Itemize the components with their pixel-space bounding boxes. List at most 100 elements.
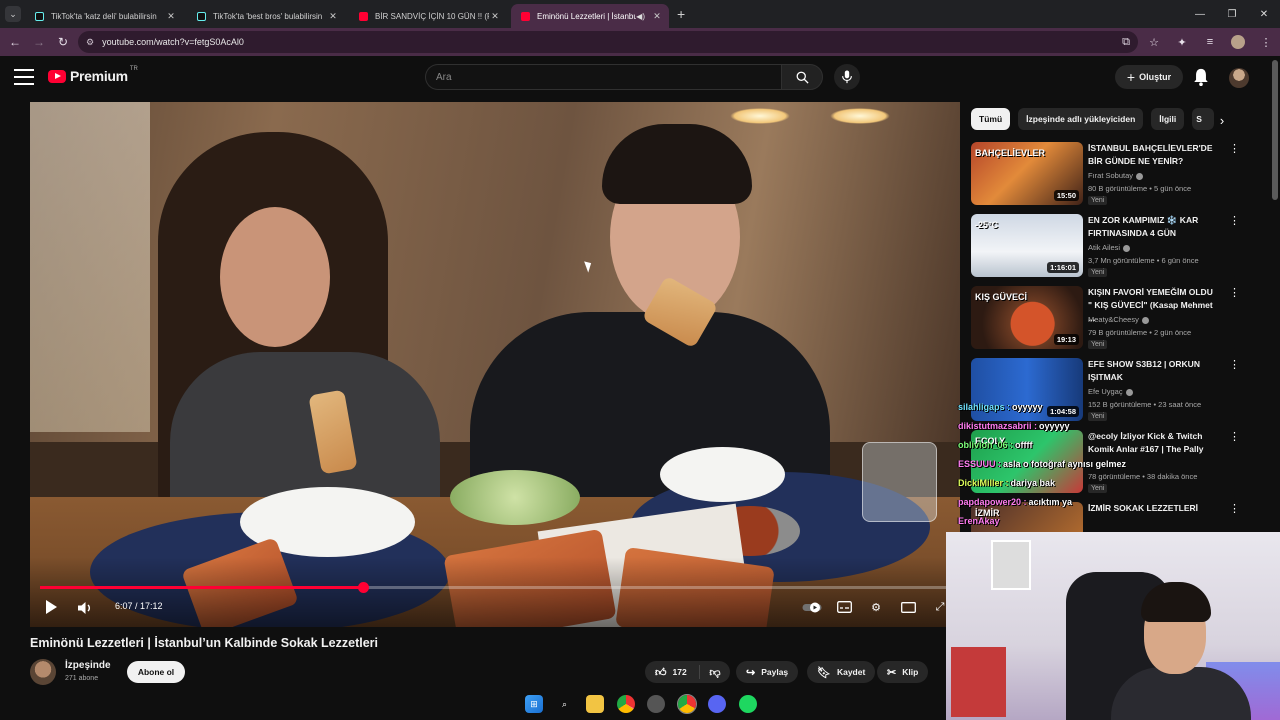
chip-related[interactable]: İlgili bbox=[1151, 108, 1185, 130]
browser-tab[interactable]: TikTok'ta 'katz deli' bulabilirsin ✕ bbox=[25, 4, 183, 28]
video-thumbnail[interactable]: BAHÇELİEVLER 15:50 bbox=[971, 142, 1083, 205]
dislike-button[interactable]: 👎︎ bbox=[700, 666, 730, 679]
autoplay-toggle-icon[interactable] bbox=[800, 597, 824, 617]
menu-icon[interactable] bbox=[14, 69, 34, 85]
extensions-icon[interactable]: ✦ bbox=[1168, 36, 1196, 49]
browser-menu-icon[interactable]: ⋮ bbox=[1252, 36, 1280, 49]
media-control-icon[interactable]: ≡ bbox=[1196, 36, 1224, 48]
recommendation-card[interactable]: KIŞ GÜVECİ 19:13 KIŞIN FAVORİ YEMEĞİM OLDU… bbox=[971, 286, 1251, 350]
like-button[interactable]: 👍︎ 172 bbox=[645, 665, 700, 679]
settings-icon[interactable] bbox=[647, 695, 666, 713]
browser-tab-active[interactable]: Eminönü Lezzetleri | İstanbu ◀) ✕ bbox=[511, 4, 669, 28]
file-explorer-icon[interactable] bbox=[586, 695, 605, 713]
windows-taskbar: ⊞ ⌕ bbox=[525, 692, 757, 716]
search-input[interactable] bbox=[425, 64, 781, 90]
recommendation-meta: 80 B görüntüleme • 5 gün önce bbox=[1088, 184, 1192, 193]
play-icon[interactable] bbox=[46, 600, 57, 614]
chat-username: papdapower20 : bbox=[958, 497, 1027, 507]
discord-icon[interactable] bbox=[708, 695, 727, 713]
search-icon[interactable]: ⌕ bbox=[556, 695, 574, 713]
reload-icon[interactable]: ↻ bbox=[51, 30, 75, 54]
close-window-icon[interactable]: ✕ bbox=[1248, 0, 1280, 28]
video-duration: 19:13 bbox=[1053, 334, 1079, 345]
recommendation-title[interactable]: İSTANBUL BAHÇELİEVLER'DE BİR GÜNDE NE YE… bbox=[1088, 142, 1218, 168]
more-options-icon[interactable]: ⋮ bbox=[1229, 214, 1240, 227]
chrome-profile-icon[interactable] bbox=[676, 694, 697, 714]
save-label: Kaydet bbox=[836, 667, 866, 677]
chevron-right-icon[interactable]: › bbox=[1212, 110, 1232, 130]
recommendation-channel[interactable]: Fırat Sobutay bbox=[1088, 171, 1133, 180]
create-button[interactable]: + Oluştur bbox=[1115, 65, 1183, 89]
chat-message: silahligaps : oyyyyy bbox=[958, 398, 1138, 417]
stream-chat-overlay: silahligaps : oyyyyy dikistutmazsabrii : oy… bbox=[958, 398, 1138, 531]
youtube-logo[interactable]: Premium TR bbox=[48, 66, 138, 84]
chip-all[interactable]: Tümü bbox=[971, 108, 1011, 130]
browser-tab[interactable]: BİR SANDVİÇ İÇİN 10 GÜN !! (F ✕ bbox=[349, 4, 507, 28]
forward-icon[interactable]: → bbox=[27, 30, 51, 54]
tab-title: Eminönü Lezzetleri | İstanbu bbox=[537, 11, 637, 21]
channel-avatar[interactable] bbox=[30, 659, 56, 685]
clip-button[interactable]: ✂ Klip bbox=[877, 661, 929, 683]
browser-tab[interactable]: TikTok'ta 'best bros' bulabilirsin ✕ bbox=[187, 4, 345, 28]
install-app-icon[interactable]: ⧉ bbox=[1112, 36, 1140, 49]
settings-gear-icon[interactable]: ⚙ bbox=[864, 597, 888, 617]
close-icon[interactable]: ✕ bbox=[651, 11, 663, 22]
chip-from-uploader[interactable]: İzpeşinde adlı yükleyiciden bbox=[1018, 108, 1144, 130]
more-options-icon[interactable]: ⋮ bbox=[1229, 358, 1240, 371]
profile-icon[interactable] bbox=[1224, 35, 1252, 49]
address-bar[interactable]: ⚙ youtube.com/watch?v=fetgS0AcAl0 bbox=[78, 31, 1138, 53]
spotify-icon[interactable] bbox=[738, 695, 757, 713]
user-avatar[interactable] bbox=[1229, 68, 1249, 88]
video-player[interactable]: 6:07 / 17:12 ⚙ ⤢ bbox=[30, 102, 960, 627]
video-thumbnail[interactable]: KIŞ GÜVECİ 19:13 bbox=[971, 286, 1083, 349]
close-icon[interactable]: ✕ bbox=[327, 11, 339, 22]
verified-badge-icon bbox=[1141, 316, 1149, 324]
video-duration: 1:16:01 bbox=[1047, 262, 1079, 273]
more-options-icon[interactable]: ⋮ bbox=[1229, 502, 1240, 515]
voice-search-button[interactable] bbox=[834, 64, 860, 90]
speaker-icon[interactable]: ◀) bbox=[636, 12, 645, 21]
recommendation-channel[interactable]: Meaty&Cheesy bbox=[1088, 315, 1139, 324]
save-button[interactable]: 🔖︎ Kaydet bbox=[807, 661, 876, 683]
recommendation-card[interactable]: BAHÇELİEVLER 15:50 İSTANBUL BAHÇELİEVLER'D… bbox=[971, 142, 1251, 206]
search-button[interactable] bbox=[781, 64, 823, 90]
volume-icon[interactable] bbox=[74, 599, 96, 617]
recommendation-channel[interactable]: Atik Ailesi bbox=[1088, 243, 1120, 252]
new-badge: Yeni bbox=[1088, 196, 1108, 205]
video-frame bbox=[30, 102, 960, 627]
chrome-icon[interactable] bbox=[616, 695, 635, 713]
new-tab-button[interactable]: + bbox=[677, 6, 685, 22]
maximize-icon[interactable]: ❐ bbox=[1216, 0, 1248, 28]
close-icon[interactable]: ✕ bbox=[489, 11, 501, 22]
recommendation-title[interactable]: EN ZOR KAMPIMIZ ❄️ KAR FIRTINASINDA 4 GÜ… bbox=[1088, 214, 1218, 240]
tab-title: TikTok'ta 'best bros' bulabilirsin bbox=[213, 11, 323, 21]
recommendation-title[interactable]: EFE SHOW S3B12 | ORKUN IŞITMAK bbox=[1088, 358, 1218, 384]
back-icon[interactable]: ← bbox=[3, 30, 27, 54]
verified-badge-icon bbox=[1125, 388, 1133, 396]
theater-mode-icon[interactable] bbox=[896, 597, 920, 617]
progress-bar[interactable] bbox=[40, 582, 948, 593]
logo-text: Premium bbox=[70, 68, 128, 84]
subtitles-icon[interactable] bbox=[832, 597, 856, 617]
chip-more[interactable]: S bbox=[1192, 108, 1215, 130]
site-info-icon[interactable]: ⚙ bbox=[86, 37, 94, 48]
recommendation-channel[interactable]: Efe Uygaç bbox=[1088, 387, 1123, 396]
share-button[interactable]: ↪ Paylaş bbox=[736, 661, 799, 683]
more-options-icon[interactable]: ⋮ bbox=[1229, 286, 1240, 299]
channel-name[interactable]: İzpeşinde bbox=[65, 660, 111, 671]
subscriber-count: 271 abone bbox=[65, 675, 99, 682]
subscribe-button[interactable]: Abone ol bbox=[127, 661, 185, 683]
scrollbar[interactable] bbox=[1272, 60, 1278, 200]
close-icon[interactable]: ✕ bbox=[165, 11, 177, 22]
video-thumbnail[interactable]: -25°C 1:16:01 bbox=[971, 214, 1083, 277]
more-options-icon[interactable]: ⋮ bbox=[1229, 430, 1240, 443]
verified-badge-icon bbox=[1123, 244, 1131, 252]
more-options-icon[interactable]: ⋮ bbox=[1229, 142, 1240, 155]
windows-start-icon[interactable]: ⊞ bbox=[525, 695, 543, 713]
tab-search-button[interactable]: ⌄ bbox=[5, 6, 21, 22]
recommendation-card[interactable]: -25°C 1:16:01 EN ZOR KAMPIMIZ ❄️ KAR FIRTI… bbox=[971, 214, 1251, 278]
notifications-bell-icon[interactable] bbox=[1192, 67, 1210, 87]
bookmark-star-icon[interactable]: ☆ bbox=[1140, 36, 1168, 49]
minimize-icon[interactable]: — bbox=[1184, 0, 1216, 28]
progress-played bbox=[40, 586, 364, 589]
